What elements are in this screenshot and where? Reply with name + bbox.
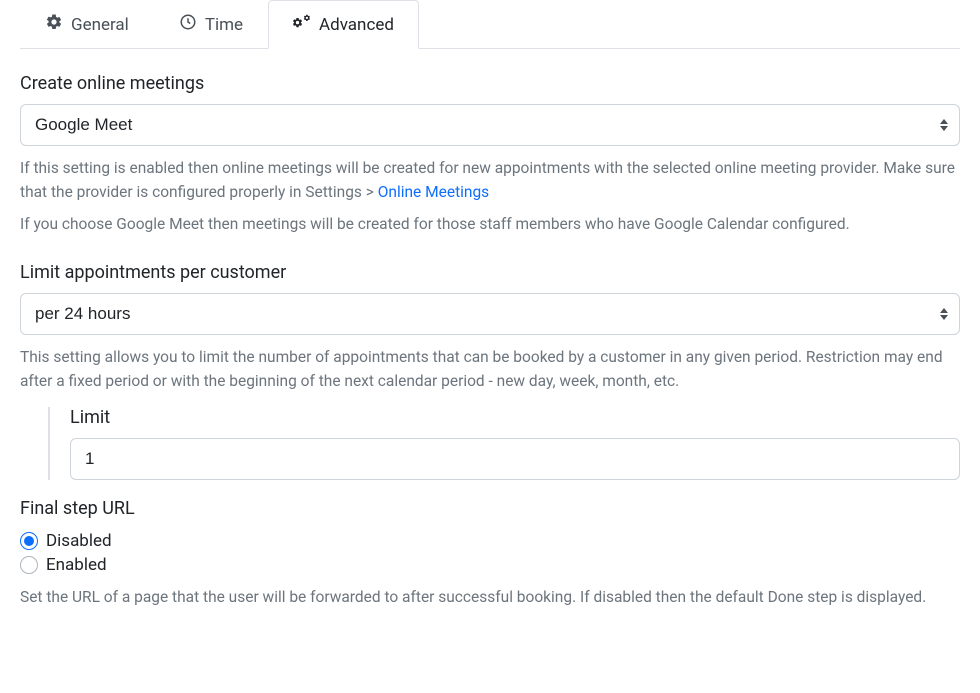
radio-icon bbox=[20, 532, 38, 550]
online-meetings-select-wrap bbox=[20, 104, 960, 146]
online-meetings-select[interactable] bbox=[20, 104, 960, 146]
tab-label: Time bbox=[205, 15, 243, 35]
limit-appointments-select[interactable] bbox=[20, 293, 960, 335]
limit-block: Limit bbox=[48, 407, 960, 480]
tab-label: Advanced bbox=[319, 15, 394, 35]
tab-time[interactable]: Time bbox=[154, 0, 268, 49]
online-meetings-help: If this setting is enabled then online m… bbox=[20, 156, 960, 204]
limit-appointments-help: This setting allows you to limit the num… bbox=[20, 345, 960, 393]
radio-icon bbox=[20, 556, 38, 574]
limit-appointments-select-wrap bbox=[20, 293, 960, 335]
gear-icon bbox=[45, 13, 63, 36]
tab-general[interactable]: General bbox=[20, 0, 154, 49]
final-step-url-radio-group: Disabled Enabled bbox=[20, 529, 960, 577]
tab-label: General bbox=[71, 15, 129, 35]
final-step-url-help: Set the URL of a page that the user will… bbox=[20, 585, 960, 609]
radio-label: Enabled bbox=[46, 555, 107, 575]
radio-disabled[interactable]: Disabled bbox=[20, 529, 960, 553]
online-meetings-label: Create online meetings bbox=[20, 73, 960, 94]
gears-icon bbox=[293, 13, 311, 36]
tabs: General Time Advanced bbox=[20, 0, 960, 49]
online-meetings-help-google: If you choose Google Meet then meetings … bbox=[20, 212, 960, 236]
online-meetings-link[interactable]: Online Meetings bbox=[378, 183, 489, 201]
tab-advanced[interactable]: Advanced bbox=[268, 0, 419, 49]
final-step-url-label: Final step URL bbox=[20, 498, 960, 519]
limit-value-label: Limit bbox=[70, 407, 960, 428]
limit-appointments-label: Limit appointments per customer bbox=[20, 262, 960, 283]
radio-label: Disabled bbox=[46, 531, 112, 551]
radio-enabled[interactable]: Enabled bbox=[20, 553, 960, 577]
limit-value-input[interactable] bbox=[70, 438, 960, 480]
clock-icon bbox=[179, 13, 197, 36]
